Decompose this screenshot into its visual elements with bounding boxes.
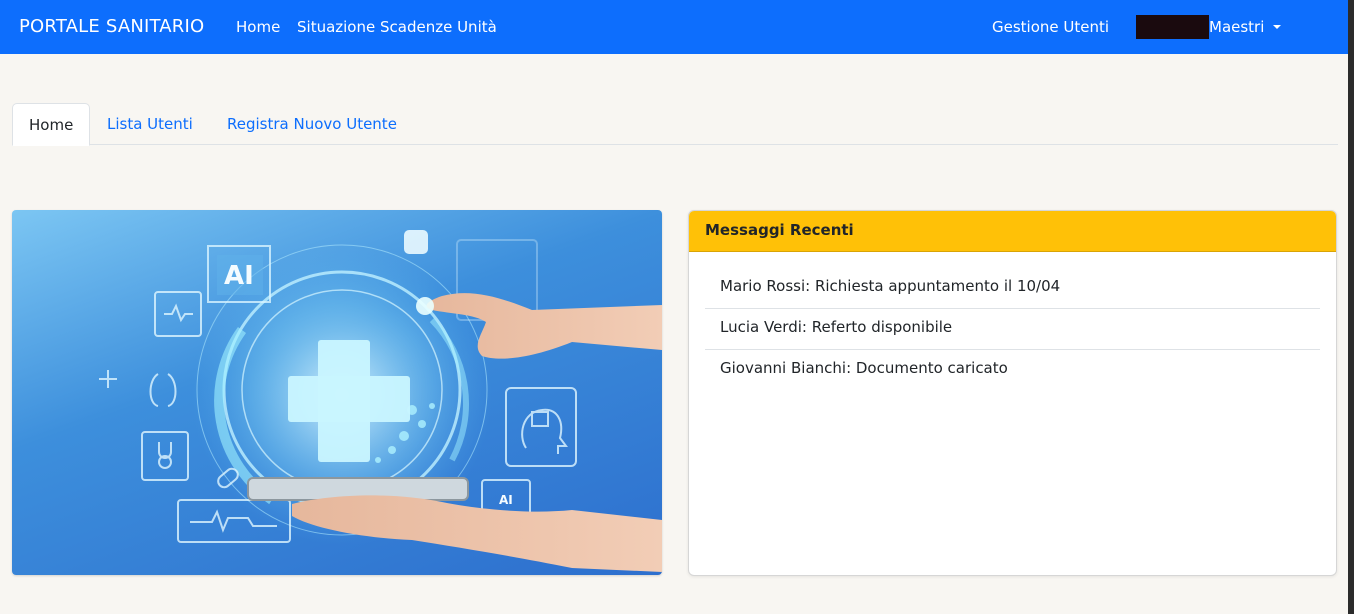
tab-home[interactable]: Home: [12, 103, 91, 146]
user-dropdown-toggle[interactable]: Maestri: [1209, 18, 1282, 36]
window-scrollbar[interactable]: [1348, 0, 1354, 614]
hero-medical-ai-image: AI AI: [12, 210, 662, 575]
recent-messages-card: Messaggi Recenti Mario Rossi: Richiesta …: [688, 210, 1337, 576]
recent-messages-header: Messaggi Recenti: [689, 211, 1336, 252]
redacted-username-block: [1136, 15, 1209, 39]
messages-list: Mario Rossi: Richiesta appuntamento il 1…: [705, 268, 1320, 391]
ai-badge-icon: AI: [207, 245, 271, 303]
plus-icon: [99, 370, 117, 388]
message-item[interactable]: Lucia Verdi: Referto disponibile: [705, 309, 1320, 350]
nav-home-link[interactable]: Home: [236, 18, 280, 36]
top-navbar: PORTALE SANITARIO Home Situazione Scaden…: [0, 0, 1348, 54]
tab-bar: Home Lista Utenti Registra Nuovo Utente: [12, 103, 1338, 146]
message-item[interactable]: Giovanni Bianchi: Documento caricato: [705, 350, 1320, 391]
ai-badge-text: AI: [224, 261, 254, 291]
lungs-icon: [149, 373, 177, 407]
caret-down-icon: [1273, 25, 1282, 29]
user-name: Maestri: [1209, 18, 1265, 36]
lungs-scan-icon: [404, 230, 428, 254]
message-item[interactable]: Mario Rossi: Richiesta appuntamento il 1…: [705, 268, 1320, 309]
brand-title[interactable]: PORTALE SANITARIO: [19, 16, 204, 37]
nav-scadenze-link[interactable]: Situazione Scadenze Unità: [297, 18, 497, 36]
ai-chip-text: AI: [499, 493, 513, 507]
tab-lista-utenti[interactable]: Lista Utenti: [91, 103, 209, 145]
nav-gestione-utenti-link[interactable]: Gestione Utenti: [992, 18, 1109, 36]
tab-registra-nuovo-utente[interactable]: Registra Nuovo Utente: [211, 103, 413, 145]
medical-ai-illustration: AI AI: [99, 230, 662, 572]
